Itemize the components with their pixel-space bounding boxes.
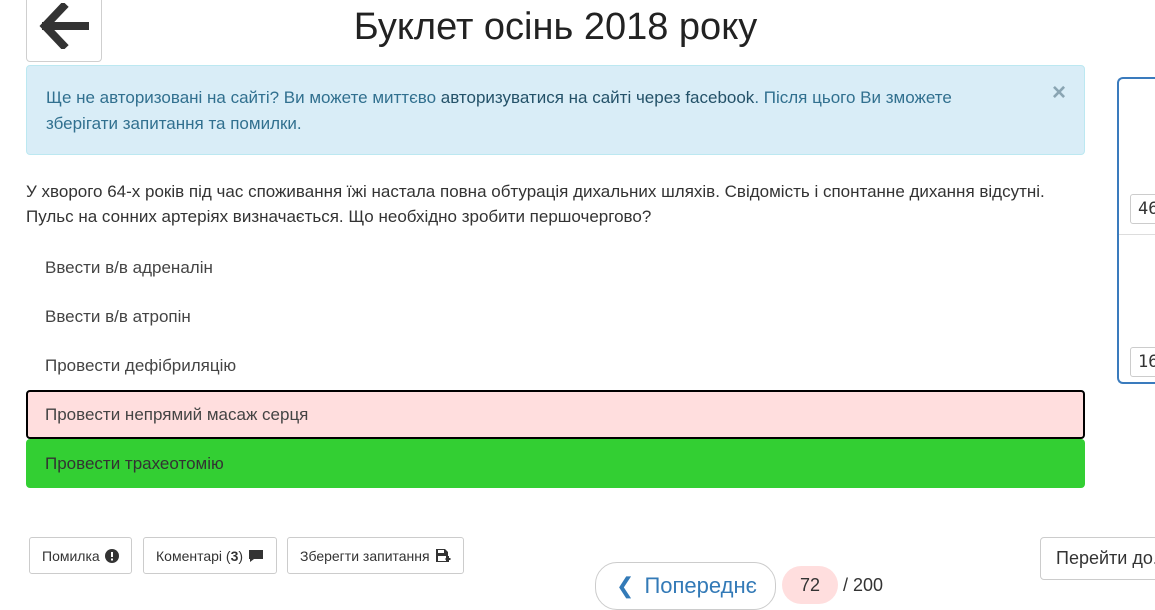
exclamation-circle-icon (104, 548, 119, 563)
login-alert: Ще не авторизовані на сайті? Ви можете м… (26, 65, 1085, 155)
comments-label-close: ) (238, 547, 244, 564)
current-page-badge[interactable]: 72 (782, 566, 838, 604)
answer-option-wrong[interactable]: Провести непрямий масаж серця (26, 390, 1085, 439)
chevron-left-icon: ❮ (616, 573, 635, 598)
goto-page-button[interactable]: Перейти до... (1040, 537, 1155, 580)
comments-button[interactable]: Коментарі (3) (143, 537, 278, 574)
side-panel: 46 16 (1117, 77, 1155, 384)
page-total: / 200 (843, 575, 884, 595)
answer-list: Ввести в/в адреналін Ввести в/в атропін … (26, 243, 1085, 488)
side-value-top[interactable]: 46 (1130, 194, 1155, 224)
side-value-bottom[interactable]: 16 (1130, 347, 1155, 377)
save-icon (435, 549, 451, 562)
close-icon[interactable]: × (1052, 80, 1066, 106)
question-text: У хворого 64-х років під час споживання … (26, 182, 1045, 226)
page-title: Буклет осінь 2018 року (353, 6, 758, 48)
save-label: Зберегти запитання (300, 547, 430, 564)
comment-icon (249, 549, 264, 562)
error-label: Помилка (42, 547, 100, 564)
previous-label: Попереднє (644, 573, 757, 598)
answer-option[interactable]: Ввести в/в атропін (26, 292, 1085, 341)
report-error-button[interactable]: Помилка (29, 537, 132, 574)
side-divider (1119, 234, 1155, 235)
save-question-button[interactable]: Зберегти запитання (287, 537, 464, 574)
alert-text-before: Ще не авторизовані на сайті? Ви можете м… (46, 88, 441, 107)
answer-option[interactable]: Провести дефібриляцію (26, 341, 1085, 390)
answer-option-correct[interactable]: Провести трахеотомію (26, 439, 1085, 488)
facebook-login-link[interactable]: авторизуватися на сайті через facebook (441, 88, 755, 107)
comments-label: Коментарі ( (156, 547, 231, 564)
comments-count: 3 (230, 547, 239, 564)
answer-option[interactable]: Ввести в/в адреналін (26, 243, 1085, 292)
